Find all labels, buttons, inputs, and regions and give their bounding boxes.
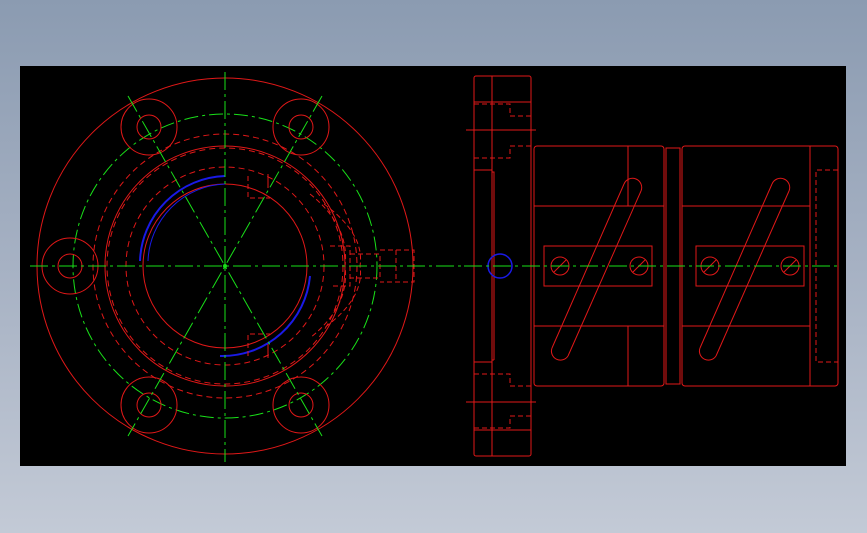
bolt-hole-bottom-left — [120, 376, 178, 434]
front-view — [30, 72, 475, 462]
side-view — [464, 75, 840, 457]
highlight-arc-lower — [219, 275, 311, 358]
bolt-hole-top-right — [272, 98, 330, 156]
bolt-hole-top-left — [120, 98, 178, 156]
highlight-arc — [139, 175, 226, 262]
highlight-arc-inner — [147, 183, 226, 262]
bolt-hole-bottom-right — [272, 376, 330, 434]
cad-drawing-viewport[interactable] — [20, 66, 846, 466]
center-mark — [223, 264, 227, 268]
cad-drawing-canvas — [30, 72, 840, 462]
